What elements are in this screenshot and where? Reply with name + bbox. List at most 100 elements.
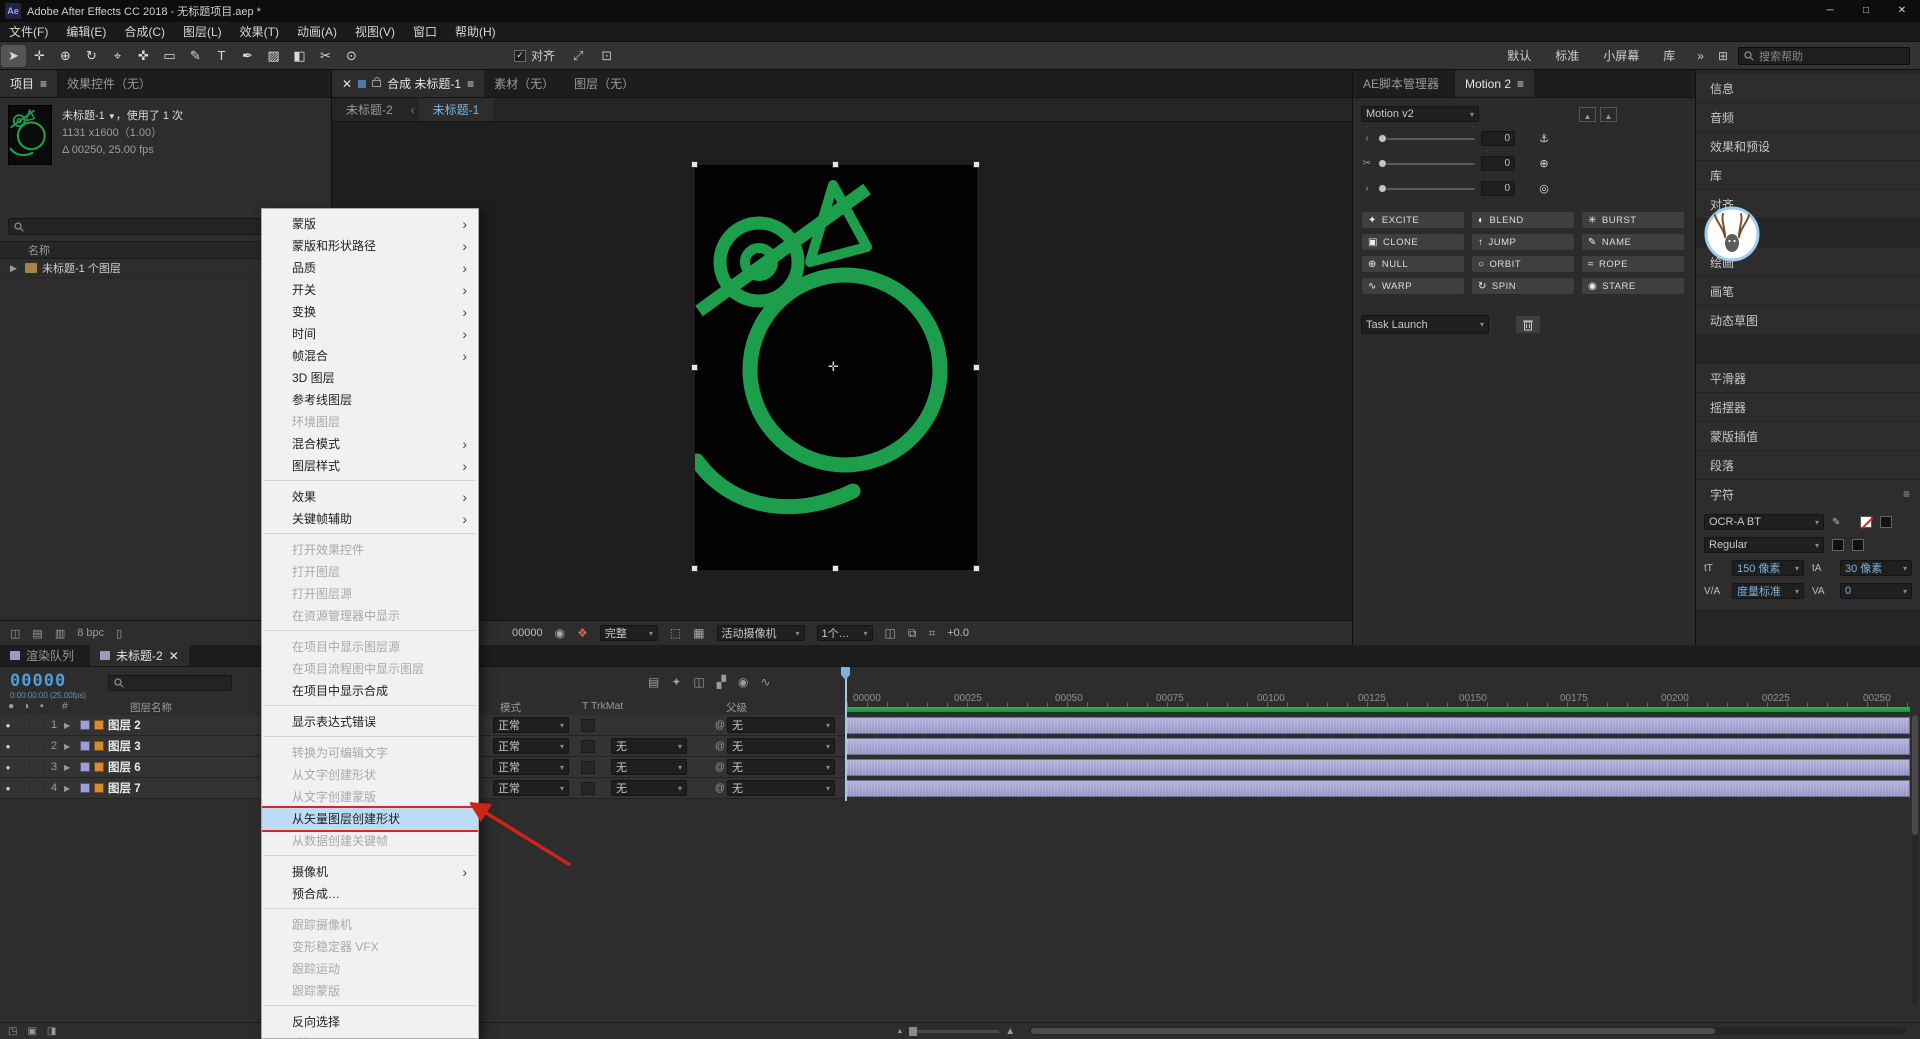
close-icon[interactable]: ✕: [169, 649, 179, 663]
context-menu-item[interactable]: 关键帧辅助: [262, 508, 478, 530]
context-menu-item[interactable]: 在资源管理器中显示: [262, 605, 478, 627]
slider-value-field[interactable]: 0: [1481, 131, 1515, 146]
slider-lead-icon[interactable]: ✂: [1361, 158, 1373, 169]
context-menu-item[interactable]: 时间: [262, 323, 478, 345]
docked-panel-tab[interactable]: 段落: [1696, 451, 1920, 479]
tool-button[interactable]: ↻: [79, 45, 104, 67]
trash-icon[interactable]: ▯: [116, 627, 122, 640]
label-color-chip[interactable]: [80, 720, 90, 730]
context-menu-item[interactable]: 环境图层: [262, 411, 478, 433]
context-menu-item[interactable]: 帧混合: [262, 345, 478, 367]
context-menu-item[interactable]: 开关: [262, 279, 478, 301]
footage-tab[interactable]: 素材（无）: [484, 70, 564, 97]
tool-button[interactable]: T: [209, 45, 234, 67]
gallery-icon[interactable]: ▲: [1600, 106, 1617, 122]
item-name[interactable]: 未标题-1 个图层: [42, 260, 121, 276]
selection-handle[interactable]: [832, 161, 839, 168]
timeline-tab[interactable]: 未标题-2 ✕: [90, 645, 189, 666]
docked-panel-tab[interactable]: 信息: [1696, 74, 1920, 102]
selection-handle[interactable]: [832, 565, 839, 572]
context-menu-item[interactable]: 从文字创建蒙版: [262, 786, 478, 808]
tool-button[interactable]: ⊙: [339, 45, 364, 67]
flowchart-icon[interactable]: ⌗: [928, 626, 935, 641]
motion-tool-button[interactable]: ≈ ROPE: [1581, 255, 1685, 273]
font-size-dropdown[interactable]: 150 像素: [1732, 560, 1804, 576]
menu-item[interactable]: 视图(V): [346, 23, 404, 40]
timeline-vertical-scrollbar[interactable]: [1912, 715, 1918, 1005]
blend-mode-dropdown[interactable]: 正常: [493, 759, 569, 775]
context-menu-item[interactable]: 变换: [262, 301, 478, 323]
parent-column-header[interactable]: 父级: [726, 700, 747, 715]
interpret-footage-icon[interactable]: ◫: [10, 627, 20, 640]
tool-button[interactable]: ▭: [157, 45, 182, 67]
eye-icon[interactable]: [0, 763, 16, 772]
toolbar-extra-icon[interactable]: ⊡: [601, 48, 612, 64]
context-menu-item[interactable]: 变形稳定器 VFX: [262, 936, 478, 958]
timeline-bottom-icon[interactable]: ◨: [47, 1026, 56, 1037]
context-menu-item[interactable]: 在项目中显示图层源: [262, 636, 478, 658]
context-menu-item[interactable]: 蒙版和形状路径: [262, 235, 478, 257]
zoom-in-icon[interactable]: ▲: [1005, 1026, 1015, 1037]
fill-color-swatch[interactable]: [1860, 516, 1872, 528]
menu-item[interactable]: 效果(T): [231, 23, 288, 40]
motion-tool-button[interactable]: ✎ NAME: [1581, 233, 1685, 251]
blend-mode-dropdown[interactable]: 正常: [493, 738, 569, 754]
tool-button[interactable]: ➤: [1, 44, 26, 67]
blend-mode-dropdown[interactable]: 正常: [493, 717, 569, 733]
menu-item[interactable]: 文件(F): [0, 23, 57, 40]
slider-knob[interactable]: [1378, 158, 1387, 168]
tracking-dropdown[interactable]: 0: [1840, 583, 1912, 599]
tool-button[interactable]: ◧: [287, 45, 312, 67]
audio-toggle[interactable]: [16, 781, 30, 795]
context-menu-item[interactable]: 从数据创建关键帧: [262, 830, 478, 852]
show-channels-icon[interactable]: ❖: [577, 626, 588, 640]
camera-dropdown[interactable]: 活动摄像机: [716, 625, 805, 641]
pickwhip-icon[interactable]: [713, 720, 727, 731]
motion-tool-button[interactable]: ⊕ NULL: [1361, 255, 1465, 273]
audio-toggle[interactable]: [16, 739, 30, 753]
timeline-search-input[interactable]: [108, 675, 232, 691]
context-menu-item[interactable]: 参考线图层: [262, 389, 478, 411]
parent-dropdown[interactable]: 无: [727, 717, 835, 733]
workspace-tab[interactable]: 小屏幕: [1603, 47, 1639, 64]
help-search-input[interactable]: 搜索帮助: [1738, 46, 1910, 65]
toolbar-extra-icon[interactable]: ⤢: [573, 48, 583, 64]
selection-handle[interactable]: [973, 565, 980, 572]
tool-button[interactable]: ✎: [183, 45, 208, 67]
panel-grid-icon[interactable]: ⊞: [1718, 49, 1728, 63]
docked-panel-tab[interactable]: 蒙版插值: [1696, 422, 1920, 450]
motion-tool-button[interactable]: ○ ORBIT: [1471, 255, 1575, 273]
time-ruler[interactable]: 00000 00025 00050 00075 00100 00125 00150 00175…: [846, 667, 1920, 707]
panel-tab[interactable]: 项目 ≡: [0, 70, 58, 97]
eye-icon[interactable]: [0, 784, 16, 793]
trkmat-column-header[interactable]: T TrkMat: [582, 700, 623, 712]
character-panel-tab[interactable]: 字符 ≡: [1696, 480, 1920, 508]
context-menu-item[interactable]: 摄像机: [262, 861, 478, 883]
workspace-tab[interactable]: 标准: [1555, 47, 1579, 64]
work-area-bar[interactable]: [846, 707, 1910, 713]
trkmat-dropdown[interactable]: 无: [611, 738, 687, 754]
snapshot-icon[interactable]: ◉: [555, 626, 565, 640]
timeline-horizontal-scrollbar[interactable]: [1029, 1027, 1906, 1035]
menu-item[interactable]: 合成(C): [115, 23, 174, 40]
motion-tool-button[interactable]: ∿ WARP: [1361, 277, 1465, 295]
eye-icon[interactable]: [0, 742, 16, 751]
solo-toggle[interactable]: [30, 781, 44, 795]
eyedropper-icon[interactable]: ✎: [1832, 517, 1852, 528]
layer-duration-bar[interactable]: [846, 717, 1910, 734]
timeline-toolbar-icon[interactable]: ▞: [717, 675, 726, 689]
panel-tab[interactable]: Motion 2 ≡: [1455, 70, 1535, 97]
selection-handle[interactable]: [691, 364, 698, 371]
label-color-chip[interactable]: [80, 762, 90, 772]
transparency-grid-icon[interactable]: ▦: [693, 626, 704, 640]
pickwhip-icon[interactable]: [713, 762, 727, 773]
mode-column-header[interactable]: 模式: [500, 700, 521, 715]
slider-lead-icon[interactable]: ‹: [1361, 133, 1373, 144]
slider-lead-icon[interactable]: ›: [1361, 183, 1373, 194]
context-menu-item[interactable]: 转换为可编辑文字: [262, 742, 478, 764]
stroke-color-swatch[interactable]: [1880, 516, 1892, 528]
panel-tab[interactable]: AE脚本管理器: [1353, 70, 1455, 97]
tool-button[interactable]: ✜: [131, 45, 156, 67]
composition-tab[interactable]: ✕ 合成 未标题-1 ≡: [332, 70, 485, 97]
menu-item[interactable]: 帮助(H): [446, 23, 505, 40]
